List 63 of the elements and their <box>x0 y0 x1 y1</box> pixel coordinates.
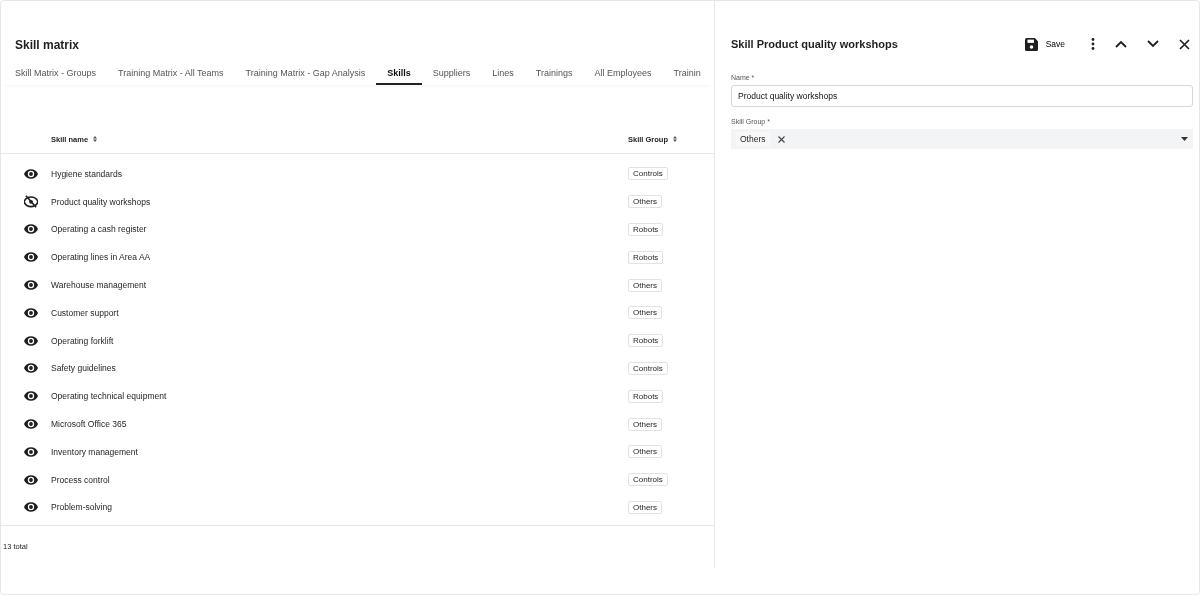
skill-name: Customer support <box>51 307 120 318</box>
eye-icon[interactable] <box>24 252 38 263</box>
skill-name: Process control <box>51 474 111 485</box>
tab[interactable]: Trainings <box>524 63 584 85</box>
tab[interactable]: Training Matrix - Gap Analysis <box>234 63 377 85</box>
skill-name: Operating technical equipment <box>51 391 168 402</box>
group-tag: Controls <box>628 167 668 181</box>
eye-icon[interactable] <box>24 168 38 179</box>
eye-icon[interactable] <box>24 419 38 430</box>
more-options-icon[interactable] <box>1091 38 1095 50</box>
sort-icon[interactable] <box>93 136 98 142</box>
tab[interactable]: Trainin <box>662 63 712 85</box>
group-tag: Robots <box>628 334 664 348</box>
close-icon[interactable] <box>1179 38 1190 50</box>
panel-title: Skill Product quality workshops <box>731 38 899 50</box>
eye-icon[interactable] <box>24 335 38 346</box>
group-tag: Others <box>628 417 662 431</box>
eye-icon[interactable] <box>24 502 38 513</box>
group-tag: Controls <box>628 473 668 487</box>
remove-icon[interactable] <box>777 135 785 143</box>
chevron-up-icon[interactable] <box>1115 40 1127 48</box>
eye-icon[interactable] <box>24 307 38 318</box>
skill-name: Microsoft Office 365 <box>51 419 128 430</box>
eye-icon[interactable] <box>24 280 38 291</box>
tab[interactable]: Skills <box>376 63 422 85</box>
eye-icon[interactable] <box>24 446 38 457</box>
save-button[interactable]: Save <box>1022 35 1067 53</box>
tab[interactable]: Training Matrix - All Teams <box>107 63 235 85</box>
eye-icon[interactable] <box>24 391 38 402</box>
name-input[interactable]: Product quality workshops <box>731 85 1193 107</box>
skill-name: Operating lines in Area AA <box>51 252 152 263</box>
tab[interactable]: Lines <box>481 63 525 85</box>
group-tag: Others <box>628 195 662 209</box>
skill-name: Problem-solving <box>51 502 113 513</box>
save-icon <box>1024 37 1038 51</box>
eye-icon[interactable] <box>24 224 38 235</box>
eye-icon[interactable] <box>24 474 38 485</box>
group-tag: Others <box>628 306 662 320</box>
group-tag: Controls <box>628 361 668 375</box>
group-tag: Robots <box>628 223 664 236</box>
skill-name: Product quality workshops <box>51 196 152 207</box>
skill-name: Warehouse management <box>51 280 148 291</box>
selected-chip: Others <box>736 132 770 146</box>
eye-off-icon[interactable] <box>24 195 38 209</box>
tab[interactable]: Suppliers <box>421 63 482 85</box>
skill-name: Operating forklift <box>51 335 115 346</box>
skill-name: Inventory management <box>51 446 139 457</box>
eye-icon[interactable] <box>24 363 38 374</box>
group-tag: Others <box>628 278 662 292</box>
sort-icon[interactable] <box>673 136 677 142</box>
tab[interactable]: Skill Matrix - Groups <box>4 63 107 85</box>
skill-name: Hygiene standards <box>51 168 123 179</box>
group-tag: Others <box>628 500 662 514</box>
chevron-down-icon[interactable] <box>1147 40 1159 48</box>
group-tag: Robots <box>628 250 664 264</box>
skill-name: Safety guidelines <box>51 363 117 374</box>
skill-name: Operating a cash register <box>51 224 148 235</box>
page-title: Skill matrix <box>14 37 81 54</box>
group-tag: Robots <box>628 389 664 403</box>
skill-group-select[interactable]: Others <box>731 129 1193 149</box>
dropdown-caret-icon[interactable] <box>1181 137 1188 141</box>
tab[interactable]: All Employees <box>583 63 663 85</box>
group-tag: Others <box>628 445 662 459</box>
